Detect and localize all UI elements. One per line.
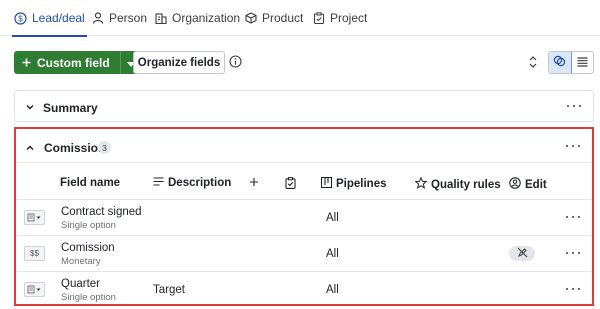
add-custom-field-button[interactable]: Custom field <box>14 51 120 74</box>
comission-section: Comission 3 Field name Description Pipel… <box>14 127 594 306</box>
clipboard-check-icon <box>285 177 296 192</box>
column-label: Edit <box>525 178 547 191</box>
summary-section: Summary <box>14 90 594 122</box>
field-type: Single option <box>61 220 116 231</box>
more-options-icon[interactable] <box>566 213 580 221</box>
more-options-icon[interactable] <box>566 249 580 257</box>
box-icon <box>244 12 257 25</box>
user-circle-icon <box>509 177 521 192</box>
field-name[interactable]: Contract signed <box>61 206 142 218</box>
field-description: Target <box>153 284 185 296</box>
field-name[interactable]: Comission <box>61 242 115 254</box>
column-header-description: Description <box>153 177 231 189</box>
column-header-field-name: Field name <box>60 177 120 189</box>
tab-lead-deal[interactable]: $ Lead/deal <box>12 0 87 37</box>
column-label: Description <box>168 177 232 189</box>
edit-disabled-toggle[interactable] <box>509 246 535 261</box>
view-toggle <box>548 51 594 74</box>
pencil-slash-icon <box>517 247 528 261</box>
column-header-quality-rules: Quality rules <box>414 176 501 192</box>
plus-icon <box>22 56 31 70</box>
building-icon <box>154 12 167 25</box>
more-options-icon[interactable] <box>566 142 580 150</box>
grouped-view-button[interactable] <box>549 52 572 73</box>
person-icon <box>91 12 104 25</box>
overlap-circles-icon <box>553 55 566 70</box>
tab-product[interactable]: Product <box>244 0 303 36</box>
clipboard-icon <box>312 12 325 25</box>
section-title: Summary <box>43 101 98 115</box>
column-header-edit: Edit <box>509 177 547 192</box>
field-type: Single option <box>61 292 116 303</box>
organize-fields-button[interactable]: Organize fields <box>133 51 225 74</box>
table-row[interactable]: Quarter Single option Target All <box>16 272 592 307</box>
more-options-icon[interactable] <box>566 285 580 293</box>
tab-organization[interactable]: Organization <box>154 0 240 36</box>
info-icon[interactable] <box>229 55 242 68</box>
tab-label: Organization <box>172 11 241 25</box>
chevron-up-icon[interactable] <box>25 142 35 156</box>
tab-person[interactable]: Person <box>91 0 147 36</box>
column-header-add[interactable] <box>249 177 259 190</box>
plus-icon <box>249 177 259 190</box>
column-label: Field name <box>60 177 121 189</box>
chevron-down-icon[interactable] <box>25 101 35 115</box>
list-icon <box>577 56 588 70</box>
svg-text:$: $ <box>18 14 23 23</box>
tab-label: Product <box>262 11 304 25</box>
table-row[interactable]: $$ Comission Monetary All <box>16 236 592 271</box>
text-lines-icon <box>153 177 164 189</box>
field-pipelines: All <box>326 248 339 260</box>
custom-field-label: Custom field <box>37 55 110 70</box>
column-label: Pipelines <box>336 178 387 190</box>
column-header-required <box>285 177 296 192</box>
tab-label: Person <box>109 11 148 25</box>
custom-field-button[interactable]: Custom field <box>14 51 142 74</box>
field-name[interactable]: Quarter <box>61 278 100 290</box>
more-options-icon[interactable] <box>567 102 581 110</box>
monetary-type-icon: $$ <box>24 246 45 261</box>
entity-tabs: $ Lead/deal Person Organization Product … <box>0 0 600 37</box>
field-pipelines: All <box>326 212 339 224</box>
field-type: Monetary <box>61 256 101 267</box>
single-option-type-icon <box>24 282 45 297</box>
dollar-circle-icon: $ <box>14 11 27 25</box>
section-title: Comission <box>44 141 106 155</box>
sort-icon[interactable] <box>527 55 539 69</box>
table-row[interactable]: Contract signed Single option All <box>16 200 592 235</box>
single-option-type-icon <box>24 210 45 225</box>
column-header-pipelines: Pipelines <box>320 176 387 191</box>
pipeline-icon <box>320 176 333 191</box>
field-pipelines: All <box>326 284 339 296</box>
field-count-badge: 3 <box>98 141 111 154</box>
tab-label: Lead/deal <box>32 11 85 25</box>
tab-label: Project <box>330 11 368 25</box>
column-label: Quality rules <box>431 178 501 191</box>
star-icon <box>414 176 428 192</box>
tab-project[interactable]: Project <box>312 0 367 36</box>
divider <box>16 162 592 163</box>
list-view-button[interactable] <box>572 52 594 73</box>
